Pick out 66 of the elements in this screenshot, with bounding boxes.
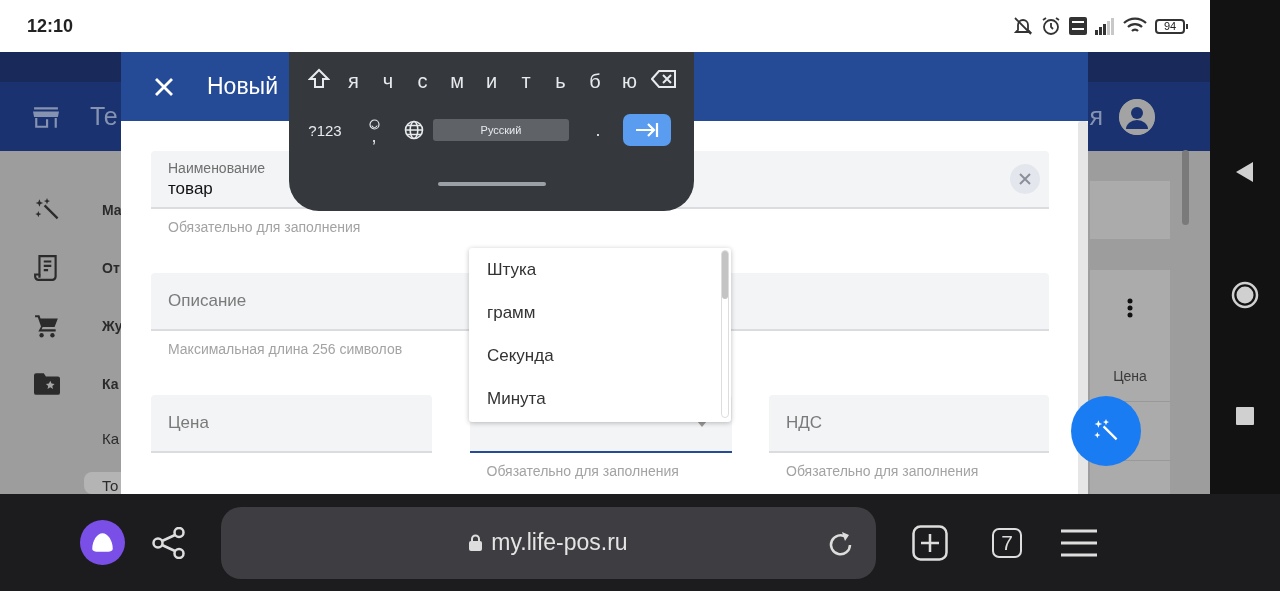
user-name: я [1089,102,1103,131]
helper-text: Обязательно для заполнения [786,463,979,479]
drag-handle[interactable] [437,182,546,186]
battery-icon: 94 [1155,18,1185,34]
dropdown-option[interactable]: Секунда [469,334,731,377]
field-label: Цена [168,413,210,433]
folder-star-icon [34,372,60,396]
keyboard-key[interactable]: м [440,69,474,93]
keyboard-key[interactable]: ч [371,69,405,93]
keyboard-key[interactable]: ь [543,69,578,93]
period-key[interactable]: . [578,119,618,141]
keyboard-key[interactable]: и [474,69,509,93]
dropdown-option[interactable]: Штука [469,248,731,291]
lock-icon [469,534,483,551]
text-field[interactable]: Цена [151,395,432,453]
clock-time: 12:10 [27,15,74,37]
dropdown-option[interactable]: грамм [469,291,731,334]
keyboard-key[interactable]: я [336,69,371,93]
keyboard-key[interactable]: с [405,69,440,93]
scrollbar[interactable] [1181,150,1189,225]
sidebar-item[interactable]: То [84,472,121,494]
avatar-icon[interactable] [1119,98,1155,135]
emoji-icon [368,118,380,130]
tab-count-button[interactable]: 7 [992,527,1022,558]
field-label: Описание [168,291,248,311]
dropdown-option[interactable]: Минута [469,377,731,420]
clear-button[interactable] [1010,164,1040,194]
globe-icon[interactable] [404,120,424,140]
helper-text: Обязательно для заполнения [168,219,361,235]
new-tab-icon[interactable] [912,524,948,561]
menu-icon[interactable] [1061,528,1097,557]
helper-text: Максимальная длина 256 символов [168,341,403,357]
space-key[interactable]: Русский [433,119,569,141]
field-label: НДС [786,413,824,433]
assistant-icon[interactable] [80,520,125,565]
home-icon[interactable] [1231,281,1259,309]
app-title: Те [90,102,118,131]
keyboard-key[interactable]: т [509,69,543,93]
address-bar[interactable]: my.life-pos.ru [221,506,876,579]
sidebar-item[interactable]: От [102,260,120,276]
sidebar-item[interactable]: Ма [102,202,122,218]
signal-icon [1095,17,1115,35]
shift-icon [308,67,330,90]
receipt-icon [34,254,60,282]
tab-arrow-icon [635,122,659,138]
sidebar-item[interactable]: Ка [102,376,119,392]
more-icon[interactable] [1127,298,1133,318]
keyboard-key[interactable]: ю [612,69,647,93]
enter-key[interactable] [623,114,671,146]
keyboard-key[interactable]: б [578,69,612,93]
cart-icon [34,312,60,340]
sidebar-item[interactable]: Ка [84,413,121,463]
store-icon [33,105,59,128]
sidebar-item[interactable]: Жу [102,318,123,334]
dialog-title: Новый [207,73,278,100]
field-value: товар [168,178,213,199]
symbols-key[interactable]: ?123 [302,121,348,139]
field-label: Наименование [168,159,266,176]
helper-text: Обязательно для заполнения [486,463,679,479]
bell-off-icon [1013,16,1033,36]
share-icon[interactable] [152,526,186,559]
back-icon[interactable] [1235,161,1255,183]
alarm-icon [1041,16,1061,36]
backspace-icon [651,69,677,88]
text-field[interactable]: НДС [769,395,1049,453]
column-header: Цена [1113,368,1147,384]
